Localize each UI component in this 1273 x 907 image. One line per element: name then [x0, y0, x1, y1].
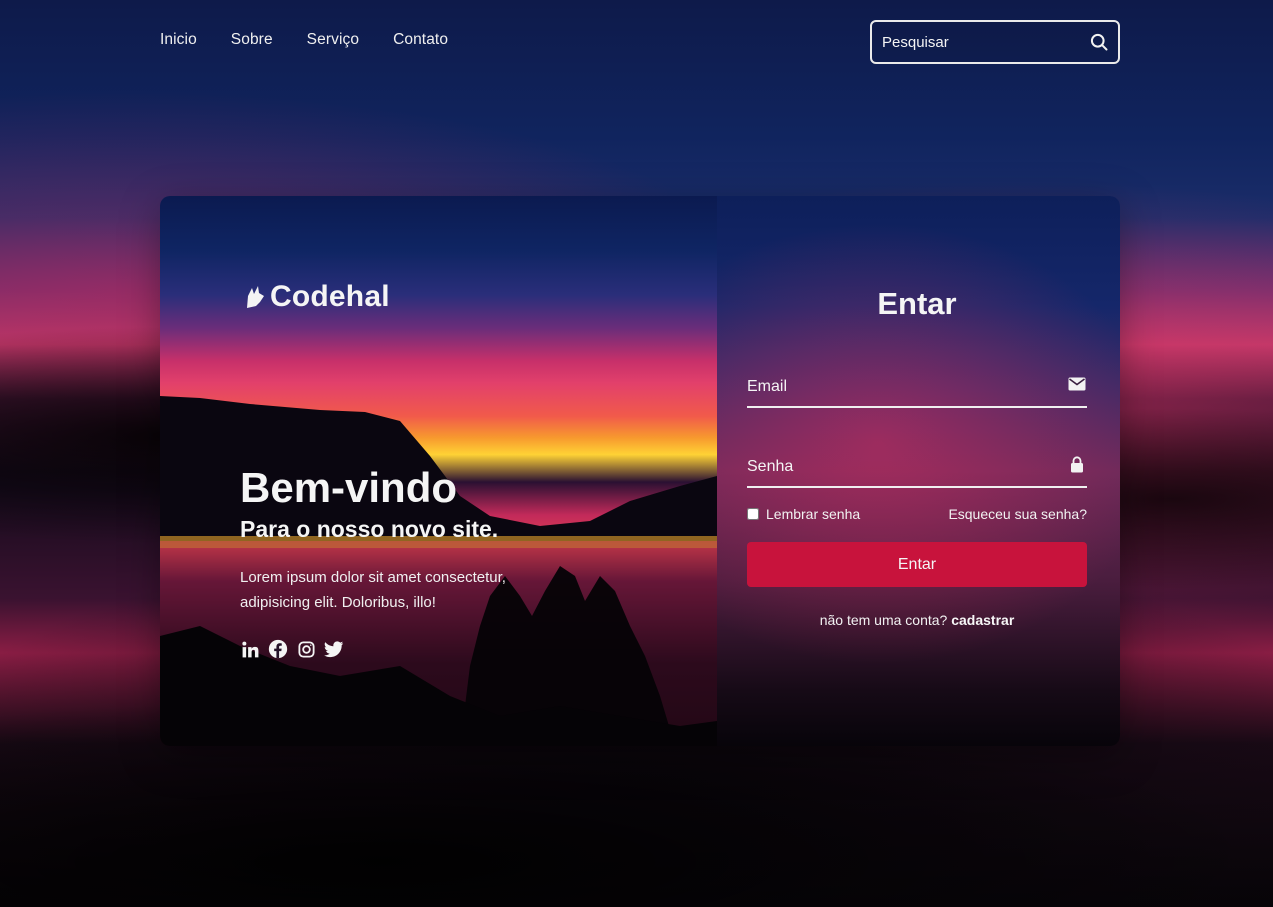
mail-icon: [1067, 374, 1087, 394]
nav-item-servico[interactable]: Serviço: [307, 31, 359, 49]
email-field-wrapper: [747, 362, 1087, 408]
login-panel: Entar Lembrar senha Esqueceu sua senha?: [717, 196, 1120, 746]
nav-item-inicio[interactable]: Inicio: [160, 31, 197, 49]
welcome-title: Bem-vindo: [240, 464, 458, 511]
nav-item-contato[interactable]: Contato: [393, 31, 448, 49]
main-nav: Inicio Sobre Serviço Contato: [160, 31, 448, 49]
signup-link[interactable]: cadastrar: [951, 612, 1014, 628]
signup-prompt: não tem uma conta? cadastrar: [747, 612, 1087, 628]
welcome-text: Bem-vindo Para o nosso novo site. Lorem …: [240, 464, 620, 615]
remember-label: Lembrar senha: [766, 506, 861, 522]
remember-password[interactable]: Lembrar senha: [747, 506, 860, 522]
feather-logo-icon: [247, 286, 264, 308]
search-box: [870, 20, 1120, 64]
welcome-subtitle: Para o nosso novo site.: [240, 516, 499, 542]
facebook-icon[interactable]: [268, 639, 288, 659]
password-field[interactable]: [747, 442, 1047, 486]
search-icon[interactable]: [1088, 31, 1110, 53]
password-field-wrapper: [747, 442, 1087, 488]
social-links: [240, 639, 344, 659]
top-header: Inicio Sobre Serviço Contato: [160, 20, 1120, 64]
login-submit-button[interactable]: Entar: [747, 542, 1087, 587]
remember-checkbox[interactable]: [747, 508, 759, 520]
instagram-icon[interactable]: [296, 639, 316, 659]
lock-icon: [1067, 454, 1087, 474]
welcome-body: Lorem ipsum dolor sit amet consectetur, …: [240, 569, 506, 611]
brand-name: Codehal: [270, 280, 390, 313]
linkedin-icon[interactable]: [240, 639, 260, 659]
signup-prompt-text: não tem uma conta?: [819, 612, 948, 628]
search-input[interactable]: [882, 33, 1088, 51]
login-card: Codehal Bem-vindo Para o nosso novo site…: [160, 196, 1120, 746]
forgot-password-link[interactable]: Esqueceu sua senha?: [948, 506, 1087, 522]
welcome-panel: Codehal Bem-vindo Para o nosso novo site…: [160, 196, 717, 746]
brand-logo[interactable]: Codehal: [244, 280, 390, 314]
nav-item-sobre[interactable]: Sobre: [231, 31, 273, 49]
login-title: Entar: [877, 286, 957, 321]
twitter-icon[interactable]: [324, 639, 344, 659]
remember-row: Lembrar senha Esqueceu sua senha?: [747, 506, 1087, 522]
email-field[interactable]: [747, 362, 1047, 406]
